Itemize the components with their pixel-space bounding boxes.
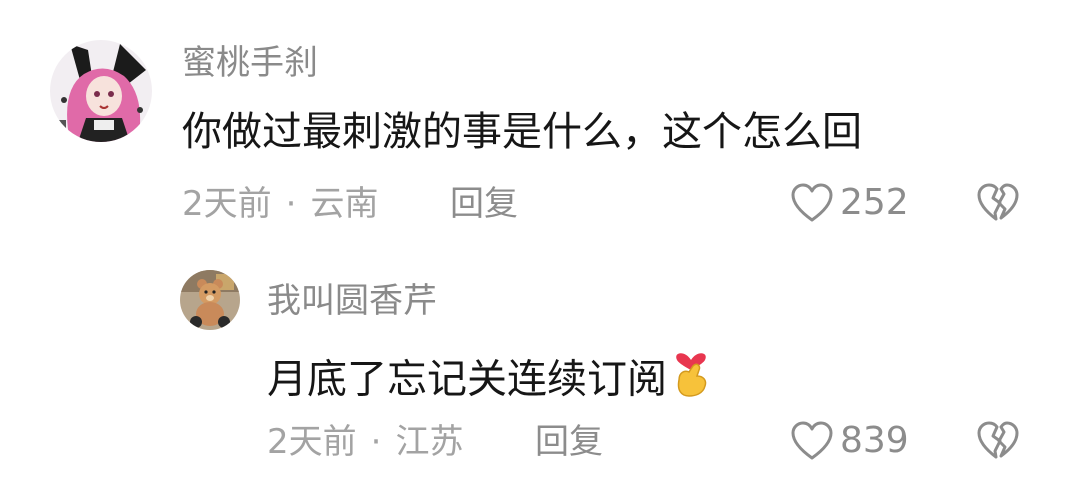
like-count: 839	[840, 420, 909, 461]
username[interactable]: 我叫圆香芹	[267, 284, 437, 318]
comment-text: 你做过最刺激的事是什么，这个怎么回	[182, 109, 862, 155]
like-button[interactable]: 839	[790, 421, 909, 461]
anime-girl-avatar-icon	[50, 40, 152, 142]
meta-separator: ·	[285, 184, 297, 224]
teddy-bear-avatar-icon	[180, 270, 240, 330]
comment-text: 月底了忘记关连续订阅	[267, 352, 711, 411]
comment-time: 2天前	[182, 184, 272, 224]
broken-heart-icon	[977, 183, 1019, 221]
finger-heart-icon	[676, 353, 707, 397]
comment-meta: 2天前 · 江苏	[267, 425, 463, 459]
broken-heart-icon	[977, 421, 1019, 459]
dislike-button[interactable]	[976, 421, 1020, 461]
comment-list: 蜜桃手刹 你做过最刺激的事是什么，这个怎么回 2天前 · 云南 回复 252 我…	[0, 0, 1080, 494]
comment-location: 云南	[310, 184, 379, 224]
comment-body: 月底了忘记关连续订阅	[267, 356, 667, 403]
dislike-button[interactable]	[976, 183, 1020, 223]
reply-button[interactable]: 回复	[450, 187, 518, 221]
username[interactable]: 蜜桃手刹	[182, 46, 318, 80]
heart-outline-icon	[791, 183, 833, 222]
comment-meta: 2天前 · 云南	[182, 187, 378, 221]
like-button[interactable]: 252	[790, 183, 909, 223]
reply-button[interactable]: 回复	[535, 425, 603, 459]
meta-separator: ·	[370, 422, 382, 462]
avatar[interactable]	[50, 40, 152, 142]
comment-time: 2天前	[267, 422, 357, 462]
finger-heart-emoji	[671, 346, 711, 405]
avatar[interactable]	[180, 270, 240, 330]
comment-location: 江苏	[395, 422, 464, 462]
like-count: 252	[840, 182, 909, 223]
heart-outline-icon	[791, 421, 833, 460]
